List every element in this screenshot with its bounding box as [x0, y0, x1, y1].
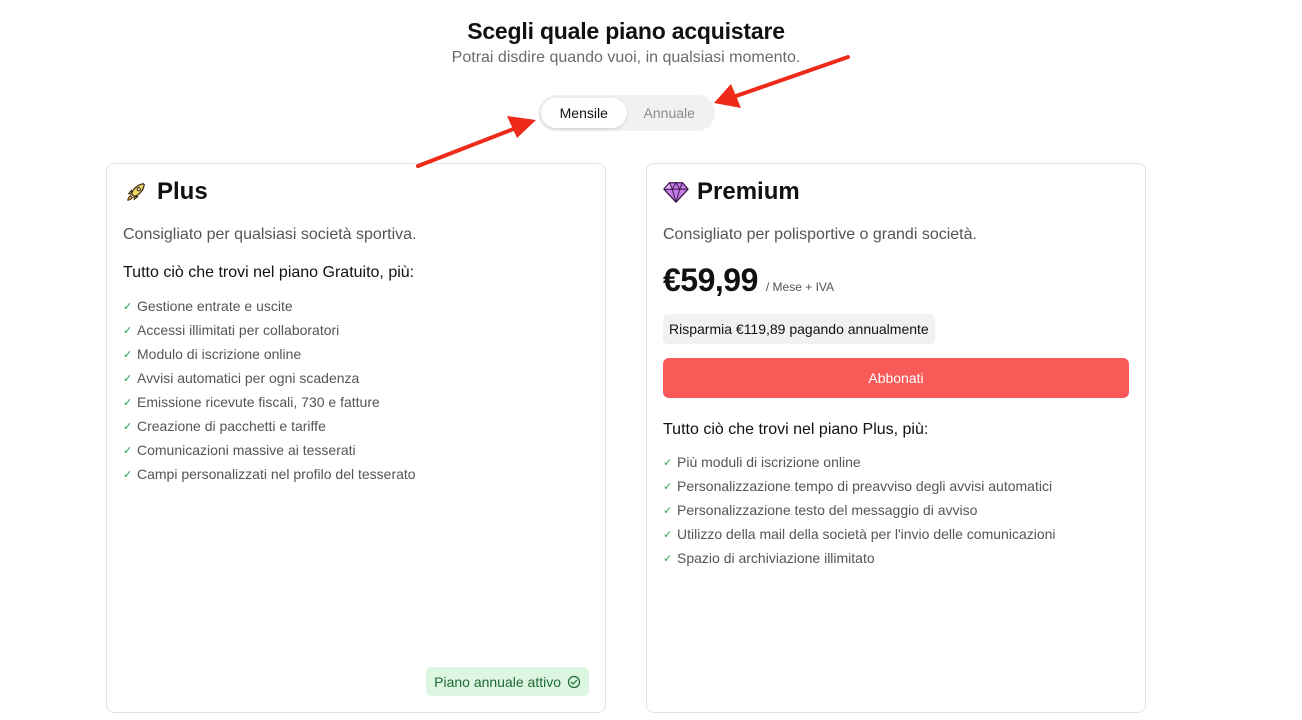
page-subtitle: Potrai disdire quando vuoi, in qualsiasi… [451, 49, 801, 66]
rocket-icon [123, 179, 149, 205]
plan-header: Plus [123, 178, 208, 206]
list-item: ✓ Più moduli di iscrizione online [663, 454, 861, 470]
toggle-option-yearly[interactable]: Annuale [627, 98, 713, 128]
list-item: ✓ Modulo di iscrizione online [123, 346, 302, 362]
plan-name: Premium [697, 178, 800, 205]
list-item: ✓ Personalizzazione testo del messaggio d… [663, 502, 978, 518]
page-header: Scegli quale piano acquistare Potrai dis… [0, 18, 1252, 67]
check-icon: ✓ [123, 372, 133, 385]
plan-description: Consigliato per polisportive o grandi so… [663, 226, 977, 243]
list-item: ✓ Spazio di archiviazione illimitato [663, 550, 875, 566]
subscribe-button[interactable]: Abbonati [663, 358, 1129, 398]
check-icon: ✓ [123, 444, 133, 457]
annotation-arrow-left [416, 116, 536, 168]
check-icon: ✓ [123, 468, 133, 481]
check-icon: ✓ [663, 552, 673, 565]
plan-description: Consigliato per qualsiasi società sporti… [123, 226, 417, 243]
list-item: ✓ Campi personalizzati nel profilo del te… [123, 466, 416, 482]
check-icon: ✓ [123, 300, 133, 313]
price-row: €59,99 / Mese + IVA [663, 262, 834, 299]
check-icon: ✓ [663, 480, 673, 493]
check-icon: ✓ [123, 420, 133, 433]
list-item: ✓ Utilizzo della mail della società per l… [663, 526, 1056, 542]
features-title: Tutto ciò che trovi nel piano Gratuito, … [123, 264, 415, 281]
list-item: ✓ Avvisi automatici per ogni scadenza [123, 370, 360, 386]
list-item: ✓ Creazione di pacchetti e tariffe [123, 418, 326, 434]
list-item: ✓ Gestione entrate e uscite [123, 298, 293, 314]
price-unit: / Mese + IVA [765, 280, 835, 294]
plan-price: €59,99 [663, 262, 758, 298]
check-icon: ✓ [123, 324, 133, 337]
list-item: ✓ Comunicazioni massive ai tesserati [123, 442, 356, 458]
toggle-option-monthly[interactable]: Mensile [541, 98, 627, 128]
check-icon: ✓ [123, 348, 133, 361]
check-circle-icon [567, 675, 581, 689]
plan-card-premium: Premium Consigliato per polisportive o g… [646, 163, 1146, 713]
check-icon: ✓ [663, 528, 673, 541]
check-icon: ✓ [663, 456, 673, 469]
active-plan-badge: Piano annuale attivo [426, 667, 589, 696]
diamond-icon [663, 179, 689, 205]
check-icon: ✓ [663, 504, 673, 517]
plan-header: Premium [663, 178, 800, 206]
plan-name: Plus [157, 178, 208, 205]
page-title: Scegli quale piano acquistare [467, 18, 785, 44]
list-item: ✓ Emissione ricevute fiscali, 730 e fattu… [123, 394, 380, 410]
features-title: Tutto ciò che trovi nel piano Plus, più: [663, 421, 929, 438]
badge-label: Piano annuale attivo [434, 673, 561, 690]
feature-list: ✓ Gestione entrate e uscite ✓ Accessi illi… [123, 294, 416, 486]
billing-period-toggle: Mensile Annuale [538, 95, 715, 131]
plan-card-plus: Plus Consigliato per qualsiasi società s… [106, 163, 606, 713]
list-item: ✓ Accessi illimitati per collaboratori [123, 322, 340, 338]
feature-list: ✓ Più moduli di iscrizione online ✓ Person… [663, 450, 1056, 570]
savings-badge: Risparmia €119,89 pagando annualmente [663, 314, 935, 344]
list-item: ✓ Personalizzazione tempo di preavviso de… [663, 478, 1053, 494]
check-icon: ✓ [123, 396, 133, 409]
